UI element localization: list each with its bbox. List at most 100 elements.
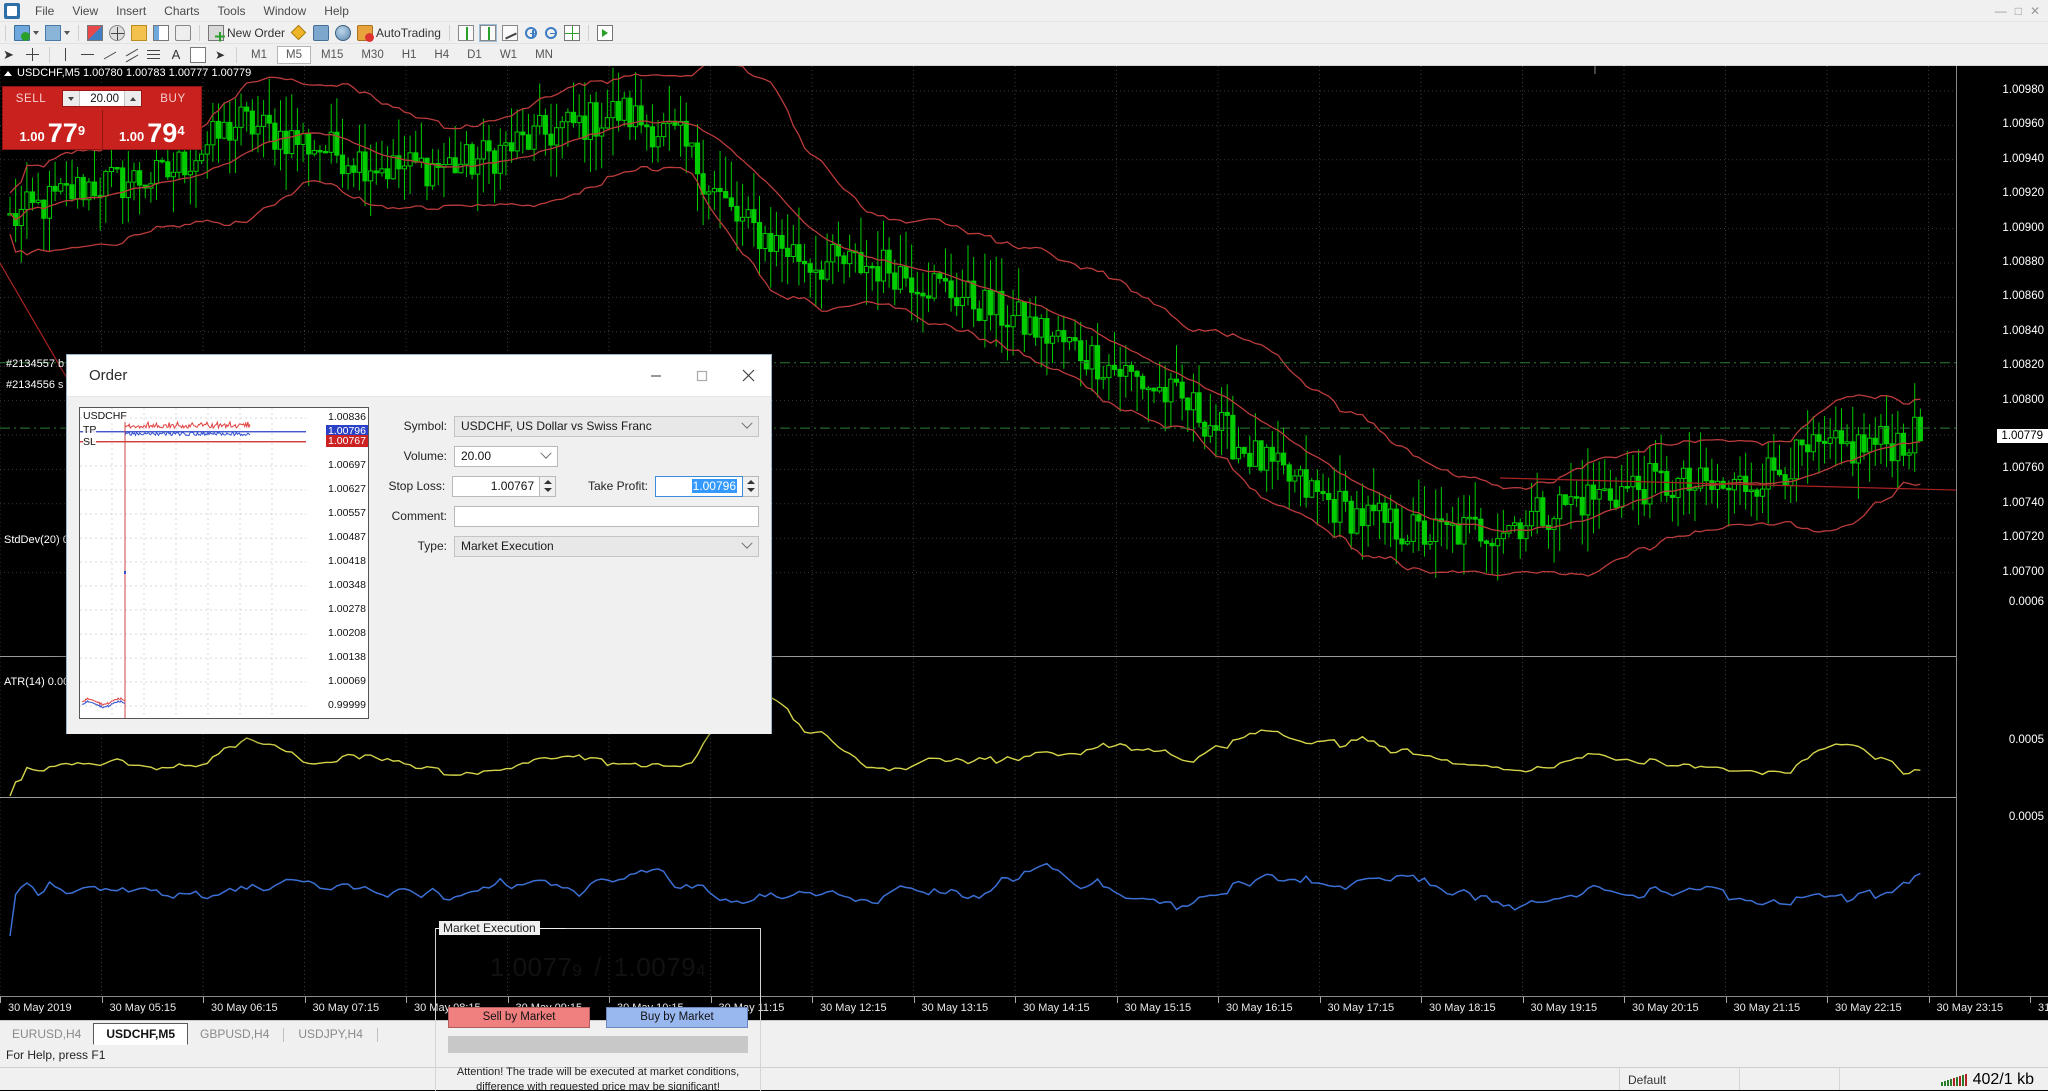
timeframe-m15[interactable]: M15: [313, 47, 351, 63]
menu-charts[interactable]: Charts: [155, 2, 208, 20]
search-button[interactable]: [172, 23, 194, 43]
oc-buy-label[interactable]: BUY: [145, 93, 201, 105]
oc-sell-price[interactable]: 1.00 77 9: [3, 110, 102, 149]
timeframe-h4[interactable]: H4: [426, 47, 457, 63]
cursor-tool[interactable]: ➤: [0, 45, 22, 65]
new-order-button[interactable]: New Order: [205, 23, 288, 43]
timeframe-w1[interactable]: W1: [492, 47, 525, 63]
menu-window[interactable]: Window: [255, 2, 316, 20]
oc-buy-price[interactable]: 1.00 79 4: [101, 110, 202, 149]
oc-sell-label[interactable]: SELL: [3, 93, 59, 105]
text-tool[interactable]: A: [165, 45, 187, 65]
oc-volume-value[interactable]: 20.00: [80, 93, 124, 105]
market-button[interactable]: [332, 23, 354, 43]
volume-select[interactable]: 20.00: [454, 445, 558, 467]
one-click-trading-panel[interactable]: SELL 20.00 BUY 1.00 77 9 1.00 79 4: [2, 86, 202, 150]
price-tick: 1.00800: [2002, 393, 2044, 406]
timeframe-h1[interactable]: H1: [394, 47, 425, 63]
time-tick: 30 May 12:15: [820, 1002, 887, 1014]
shift-end-icon: [596, 24, 613, 41]
save-profile-button[interactable]: [42, 23, 73, 43]
maximize-icon[interactable]: □: [2015, 4, 2022, 18]
fibonacci-tool[interactable]: [143, 45, 165, 65]
take-profit-spin-buttons[interactable]: [743, 475, 759, 497]
vline-tool[interactable]: [55, 45, 77, 65]
close-icon[interactable]: ✕: [2030, 4, 2040, 18]
chart-properties-button[interactable]: [84, 23, 106, 43]
type-select[interactable]: Market Execution: [454, 535, 759, 557]
price-tick: 1.00940: [2002, 152, 2044, 165]
timeframe-m30[interactable]: M30: [353, 47, 391, 63]
shift-end-button[interactable]: [594, 23, 616, 43]
data-window-button[interactable]: [150, 23, 172, 43]
hline-tool[interactable]: [77, 45, 99, 65]
menu-file[interactable]: File: [26, 2, 63, 20]
market-icon: [335, 24, 352, 41]
line-chart-icon: [501, 24, 518, 41]
arrow-tool[interactable]: ➤: [209, 45, 231, 65]
stop-loss-input[interactable]: 1.00767: [452, 475, 541, 497]
minimize-icon[interactable]: —: [1995, 4, 2007, 18]
minimize-icon[interactable]: [633, 355, 679, 397]
timeframe-d1[interactable]: D1: [459, 47, 490, 63]
menu-tools[interactable]: Tools: [209, 2, 255, 20]
order-label-buy: #2134557 b: [6, 358, 65, 370]
take-profit-input[interactable]: 1.00796: [655, 475, 743, 497]
menu-view[interactable]: View: [63, 2, 107, 20]
menu-insert[interactable]: Insert: [107, 2, 155, 20]
crosshair-button[interactable]: [106, 23, 128, 43]
symbol-select[interactable]: USDCHF, US Dollar vs Swiss Franc: [454, 415, 759, 437]
dialog-title-bar[interactable]: Order: [67, 355, 771, 397]
stop-loss-spin-buttons[interactable]: [540, 475, 557, 497]
timeframe-m5[interactable]: M5: [276, 45, 311, 64]
new-chart-button[interactable]: [11, 23, 42, 43]
order-dialog[interactable]: Order USDCHF TP SL 1.00836 1.00697 1.006…: [66, 354, 772, 1091]
timeframe-m1[interactable]: M1: [243, 47, 275, 63]
oc-volume-stepper[interactable]: 20.00: [62, 90, 142, 107]
candlestick-button[interactable]: [477, 23, 499, 43]
mini-price-tick: 1.00697: [328, 458, 366, 471]
dialog-window-controls: [633, 355, 771, 397]
status-profile[interactable]: Default: [1620, 1068, 1740, 1091]
signals-button[interactable]: [288, 23, 310, 43]
tab-gbpusd-h4[interactable]: GBPUSD,H4: [188, 1025, 281, 1045]
main-toolbar: New Order AutoTrading: [0, 22, 2048, 44]
buy-by-market-button[interactable]: Buy by Market: [606, 1007, 748, 1028]
tab-usdchf-m5[interactable]: USDCHF,M5: [93, 1023, 189, 1045]
price-scale[interactable]: 1.00980 1.00960 1.00940 1.00920 1.00900 1.008…: [1956, 66, 2048, 1020]
order-label-sell: #2134556 s: [6, 379, 64, 391]
stop-loss-stepper[interactable]: 1.00767: [452, 475, 557, 497]
price-separator: /: [594, 952, 602, 982]
favorites-button[interactable]: [128, 23, 150, 43]
bar-chart-button[interactable]: [455, 23, 477, 43]
time-scale[interactable]: 30 May 2019 30 May 05:15 30 May 06:15 30 Ma…: [0, 996, 2048, 1020]
maximize-icon[interactable]: [679, 355, 725, 397]
tab-eurusd-h4[interactable]: EURUSD,H4: [0, 1025, 93, 1045]
line-chart-button[interactable]: [499, 23, 521, 43]
grid-button[interactable]: [561, 23, 583, 43]
volume-increment-icon[interactable]: [124, 91, 141, 106]
dialog-mini-chart[interactable]: USDCHF TP SL 1.00836 1.00697 1.00627 1.0055…: [79, 407, 369, 719]
crosshair-tool[interactable]: [22, 45, 44, 65]
comment-input[interactable]: [454, 505, 759, 527]
menu-help[interactable]: Help: [315, 2, 358, 20]
status-bar: For Help, press F1 Default 402/1 kb: [0, 1045, 2048, 1091]
collapse-icon[interactable]: [4, 70, 12, 76]
close-icon[interactable]: [725, 355, 771, 397]
market-execution-title: Market Execution: [439, 921, 540, 935]
zoom-out-button[interactable]: [541, 23, 561, 43]
take-profit-stepper[interactable]: 1.00796: [655, 475, 759, 497]
price-tick: 1.00920: [2002, 187, 2044, 200]
bid-price-main: 1.0077: [489, 952, 573, 982]
trendline-tool[interactable]: [99, 45, 121, 65]
window-controls: — □ ✕: [1995, 4, 2048, 18]
timeframe-mn[interactable]: MN: [527, 47, 561, 63]
sell-by-market-button[interactable]: Sell by Market: [448, 1007, 590, 1028]
volume-decrement-icon[interactable]: [63, 91, 80, 106]
channel-tool[interactable]: [121, 45, 143, 65]
label-tool[interactable]: [187, 45, 209, 65]
tab-usdjpy-h4[interactable]: USDJPY,H4: [286, 1025, 374, 1045]
autotrading-button[interactable]: AutoTrading: [354, 23, 444, 43]
accounts-button[interactable]: [310, 23, 332, 43]
zoom-in-button[interactable]: [521, 23, 541, 43]
